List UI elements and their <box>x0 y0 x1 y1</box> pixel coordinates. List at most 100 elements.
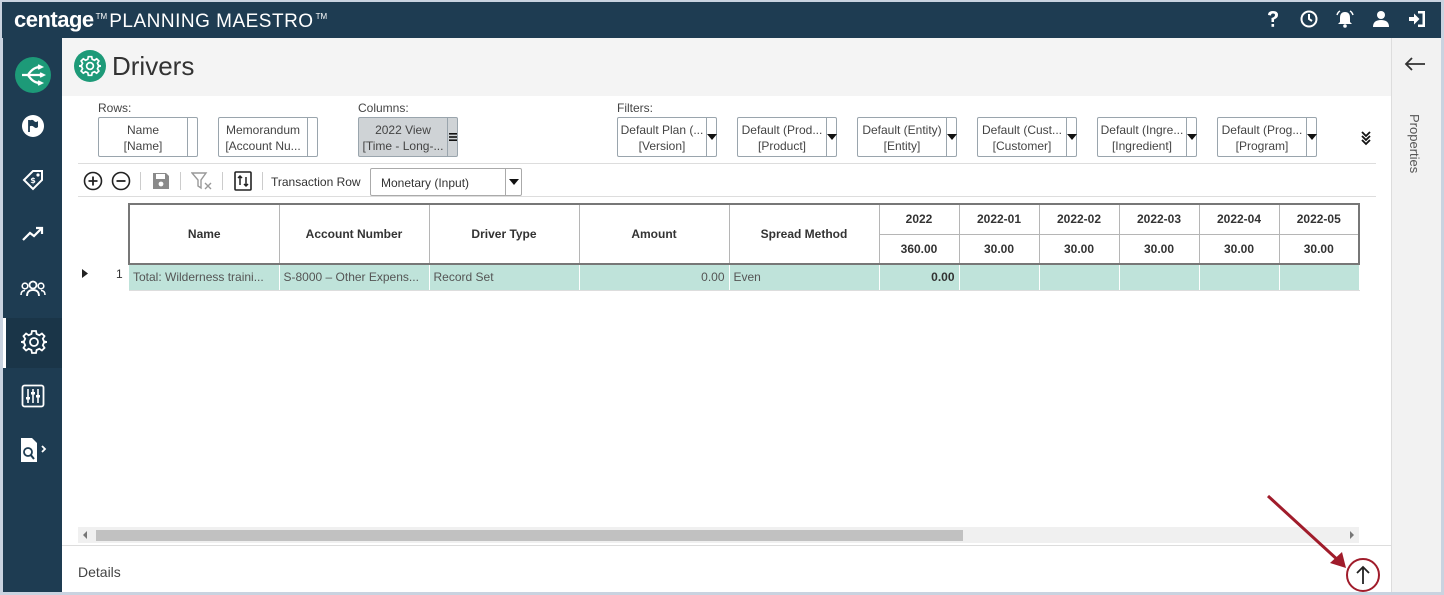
refresh-data-button[interactable] <box>232 169 254 193</box>
annotation-arrow <box>1266 494 1346 568</box>
chip-line2: [Name] <box>123 139 163 153</box>
chip-line1: Default (Cust... <box>981 123 1063 137</box>
flag-icon <box>21 114 45 141</box>
chip-line2: [Ingredient] <box>1111 139 1173 153</box>
sidebar: $ <box>3 38 62 592</box>
filter-program[interactable]: Default (Prog... [Program] <box>1217 117 1317 157</box>
chevron-down-icon[interactable] <box>1186 118 1197 156</box>
column-header-period[interactable]: 2022-03 <box>1118 203 1200 235</box>
column-dimension-time[interactable]: 2022 View [Time - Long-... <box>358 117 458 157</box>
period-total: 30.00 <box>958 233 1040 265</box>
app-logo-icon[interactable] <box>3 50 62 100</box>
filter-ingredient[interactable]: Default (Ingre... [Ingredient] <box>1097 117 1197 157</box>
table-row[interactable]: Total: Wilderness traini... S-8000 – Oth… <box>129 264 1360 291</box>
chevron-down-icon[interactable] <box>826 118 837 156</box>
cell-period-value[interactable]: 0.00 <box>879 264 960 291</box>
arrow-left-icon[interactable] <box>1404 56 1426 75</box>
column-header-name[interactable]: Name <box>128 203 280 265</box>
filter-entity[interactable]: Default (Entity) [Entity] <box>857 117 957 157</box>
trending-up-icon <box>21 225 44 246</box>
chevron-down-icon[interactable] <box>706 118 717 156</box>
chip-line2: [Version] <box>638 139 686 153</box>
chip-line1: Name <box>126 123 159 137</box>
properties-label[interactable]: Properties <box>1402 114 1422 173</box>
svg-text:$: $ <box>30 176 36 185</box>
column-header-period[interactable]: 2022-01 <box>958 203 1040 235</box>
page-title: Drivers <box>112 51 195 81</box>
column-header-period[interactable]: 2022-02 <box>1038 203 1120 235</box>
scroll-left-arrow[interactable] <box>83 531 87 539</box>
expand-filters-icon[interactable] <box>1360 130 1372 149</box>
mode-select[interactable]: Monetary (Input) <box>370 168 522 196</box>
sidebar-item-people[interactable] <box>3 264 62 314</box>
row-dimension-name[interactable]: Name [Name] <box>98 117 198 157</box>
brand-centage: centage <box>14 7 94 32</box>
column-header-amount[interactable]: Amount <box>578 203 730 265</box>
people-icon <box>19 279 46 300</box>
sign-out-icon[interactable] <box>1406 8 1428 30</box>
add-row-button[interactable] <box>82 169 104 193</box>
cell-period-value[interactable] <box>1199 264 1280 291</box>
period-total: 30.00 <box>1118 233 1200 265</box>
chip-line2: [Program] <box>1235 139 1289 153</box>
chip-handle[interactable] <box>187 118 197 156</box>
drivers-gear-icon <box>74 50 106 82</box>
sidebar-item-budget[interactable]: $ <box>3 156 62 206</box>
period-total: 30.00 <box>1198 233 1280 265</box>
cell-period-value[interactable] <box>1039 264 1120 291</box>
chip-line1: Memorandum <box>225 123 301 137</box>
clock-icon[interactable] <box>1298 8 1320 30</box>
user-icon[interactable] <box>1370 8 1392 30</box>
column-header-driver-type[interactable]: Driver Type <box>428 203 580 265</box>
sidebar-item-goals[interactable] <box>3 102 62 152</box>
drivers-grid: Name Account Number Driver Type Amount S… <box>128 203 1360 291</box>
chip-line1: Default Plan (... <box>620 123 704 137</box>
scrollbar-thumb[interactable] <box>96 530 963 541</box>
sidebar-item-drivers[interactable] <box>3 318 62 368</box>
chip-line2: [Customer] <box>992 139 1052 153</box>
column-header-account-number[interactable]: Account Number <box>278 203 430 265</box>
cell-period-value[interactable] <box>959 264 1040 291</box>
chevron-down-icon[interactable] <box>1306 118 1317 156</box>
chevron-down-icon[interactable] <box>505 169 521 195</box>
details-label[interactable]: Details <box>78 564 121 580</box>
bell-icon[interactable] <box>1334 8 1356 30</box>
chip-line2: [Entity] <box>883 139 921 153</box>
transaction-row-label: Transaction Row <box>271 175 361 189</box>
cell-amount[interactable]: 0.00 <box>579 264 730 291</box>
filter-version[interactable]: Default Plan (... [Version] <box>617 117 717 157</box>
sidebar-item-trends[interactable] <box>3 210 62 260</box>
filters-label: Filters: <box>617 101 653 115</box>
chevron-down-icon[interactable] <box>1066 118 1077 156</box>
horizontal-scrollbar[interactable] <box>78 527 1359 543</box>
row-index: 1 <box>116 267 123 281</box>
mode-value: Monetary (Input) <box>381 176 470 190</box>
help-icon[interactable] <box>1262 8 1284 30</box>
cell-period-value[interactable] <box>1279 264 1360 291</box>
filter-product[interactable]: Default (Prod... [Product] <box>737 117 837 157</box>
period-total: 30.00 <box>1038 233 1120 265</box>
column-header-spread-method[interactable]: Spread Method <box>728 203 880 265</box>
menu-icon[interactable] <box>447 118 457 156</box>
chevron-down-icon[interactable] <box>946 118 957 156</box>
save-button[interactable] <box>150 169 172 193</box>
cell-period-value[interactable] <box>1119 264 1200 291</box>
cell-name[interactable]: Total: Wilderness traini... <box>129 264 280 291</box>
clear-filter-button[interactable] <box>190 169 214 193</box>
column-header-period[interactable]: 2022-04 <box>1198 203 1280 235</box>
cell-account-number[interactable]: S-8000 – Other Expens... <box>279 264 430 291</box>
sidebar-item-adjustments[interactable] <box>3 372 62 422</box>
column-header-period[interactable]: 2022 <box>878 203 960 235</box>
cell-spread-method[interactable]: Even <box>729 264 880 291</box>
filter-customer[interactable]: Default (Cust... [Customer] <box>977 117 1077 157</box>
row-dimension-memorandum[interactable]: Memorandum [Account Nu... <box>218 117 318 157</box>
column-header-period[interactable]: 2022-05 <box>1278 203 1360 235</box>
sidebar-item-reports[interactable] <box>3 426 62 476</box>
cell-driver-type[interactable]: Record Set <box>429 264 580 291</box>
chip-line1: Default (Prod... <box>741 123 823 137</box>
chip-handle[interactable] <box>307 118 317 156</box>
sliders-icon <box>21 384 45 411</box>
remove-row-button[interactable] <box>110 169 132 193</box>
expand-row-icon[interactable] <box>82 269 88 278</box>
chip-line1: Default (Ingre... <box>1100 123 1184 137</box>
